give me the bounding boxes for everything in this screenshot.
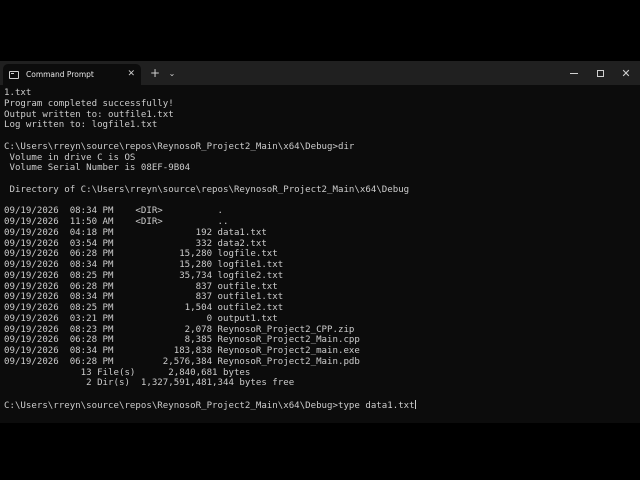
console-line: Log written to: logfile1.txt <box>4 120 158 131</box>
console-line: 09/19/2026 08:23 PM 2,078 ReynosoR_Proje… <box>4 324 355 335</box>
console-line: 09/19/2026 06:28 PM 837 outfile.txt <box>4 281 278 292</box>
terminal-icon <box>9 70 19 79</box>
tab-title: Command Prompt <box>26 70 94 79</box>
chevron-down-icon[interactable]: ⌄ <box>166 61 178 85</box>
console-line: 09/19/2026 03:54 PM 332 data2.txt <box>4 238 267 249</box>
console-line: Volume in drive C is OS <box>4 152 136 163</box>
close-button[interactable]: ✕ <box>614 61 638 85</box>
maximize-icon <box>596 69 604 77</box>
title-bar[interactable]: Command Prompt ✕ + ⌄ ✕ <box>0 61 640 85</box>
tab-command-prompt[interactable]: Command Prompt ✕ <box>3 64 141 85</box>
command-prompt-window: Command Prompt ✕ + ⌄ ✕ 1.txt Program com… <box>0 61 640 423</box>
console-line: 09/19/2026 03:21 PM 0 output1.txt <box>4 313 278 324</box>
console-line: Output written to: outfile1.txt <box>4 109 174 120</box>
console-line: C:\Users\rreyn\source\repos\ReynosoR_Pro… <box>4 141 355 152</box>
console-line: Program completed successfully! <box>4 98 174 109</box>
console-line: 09/19/2026 08:34 PM 15,280 logfile1.txt <box>4 260 284 270</box>
maximize-button[interactable] <box>588 61 612 85</box>
console-line: 1.txt <box>4 88 32 98</box>
console-line: Directory of C:\Users\rreyn\source\repos… <box>4 184 410 195</box>
command-input-line[interactable]: C:\Users\rreyn\source\repos\ReynosoR_Pro… <box>4 399 640 411</box>
console-line: Volume Serial Number is 08EF-9B04 <box>4 163 191 174</box>
minimize-button[interactable] <box>562 61 586 85</box>
console-line: 09/19/2026 04:18 PM 192 data1.txt <box>4 227 267 238</box>
console-line: 09/19/2026 08:34 PM 183,838 ReynosoR_Pro… <box>4 346 360 356</box>
console-output[interactable]: 1.txt Program completed successfully! Ou… <box>0 85 640 423</box>
console-line: 09/19/2026 11:50 AM <DIR> .. <box>4 217 229 227</box>
console-line: 09/19/2026 08:34 PM 837 outfile1.txt <box>4 292 284 303</box>
text-cursor <box>414 399 416 409</box>
console-line: 09/19/2026 08:25 PM 35,734 logfile2.txt <box>4 270 284 281</box>
console-line: 09/19/2026 06:28 PM 2,576,384 ReynosoR_P… <box>4 356 360 367</box>
close-icon: ✕ <box>621 66 631 80</box>
console-line: 09/19/2026 06:28 PM 15,280 logfile.txt <box>4 249 278 260</box>
command-prompt-text[interactable]: C:\Users\rreyn\source\repos\ReynosoR_Pro… <box>4 401 415 411</box>
minimize-icon <box>570 72 578 74</box>
console-line: 09/19/2026 06:28 PM 8,385 ReynosoR_Proje… <box>4 335 360 346</box>
plus-icon[interactable]: + <box>148 61 162 85</box>
close-icon[interactable]: ✕ <box>127 68 135 80</box>
console-line: 09/19/2026 08:25 PM 1,504 outfile2.txt <box>4 303 284 313</box>
console-lines: 1.txt Program completed successfully! Ou… <box>0 85 640 411</box>
console-line: 13 File(s) 2,840,681 bytes <box>4 367 251 378</box>
console-line: 2 Dir(s) 1,327,591,481,344 bytes free <box>4 378 295 389</box>
console-line: 09/19/2026 08:34 PM <DIR> . <box>4 206 223 217</box>
